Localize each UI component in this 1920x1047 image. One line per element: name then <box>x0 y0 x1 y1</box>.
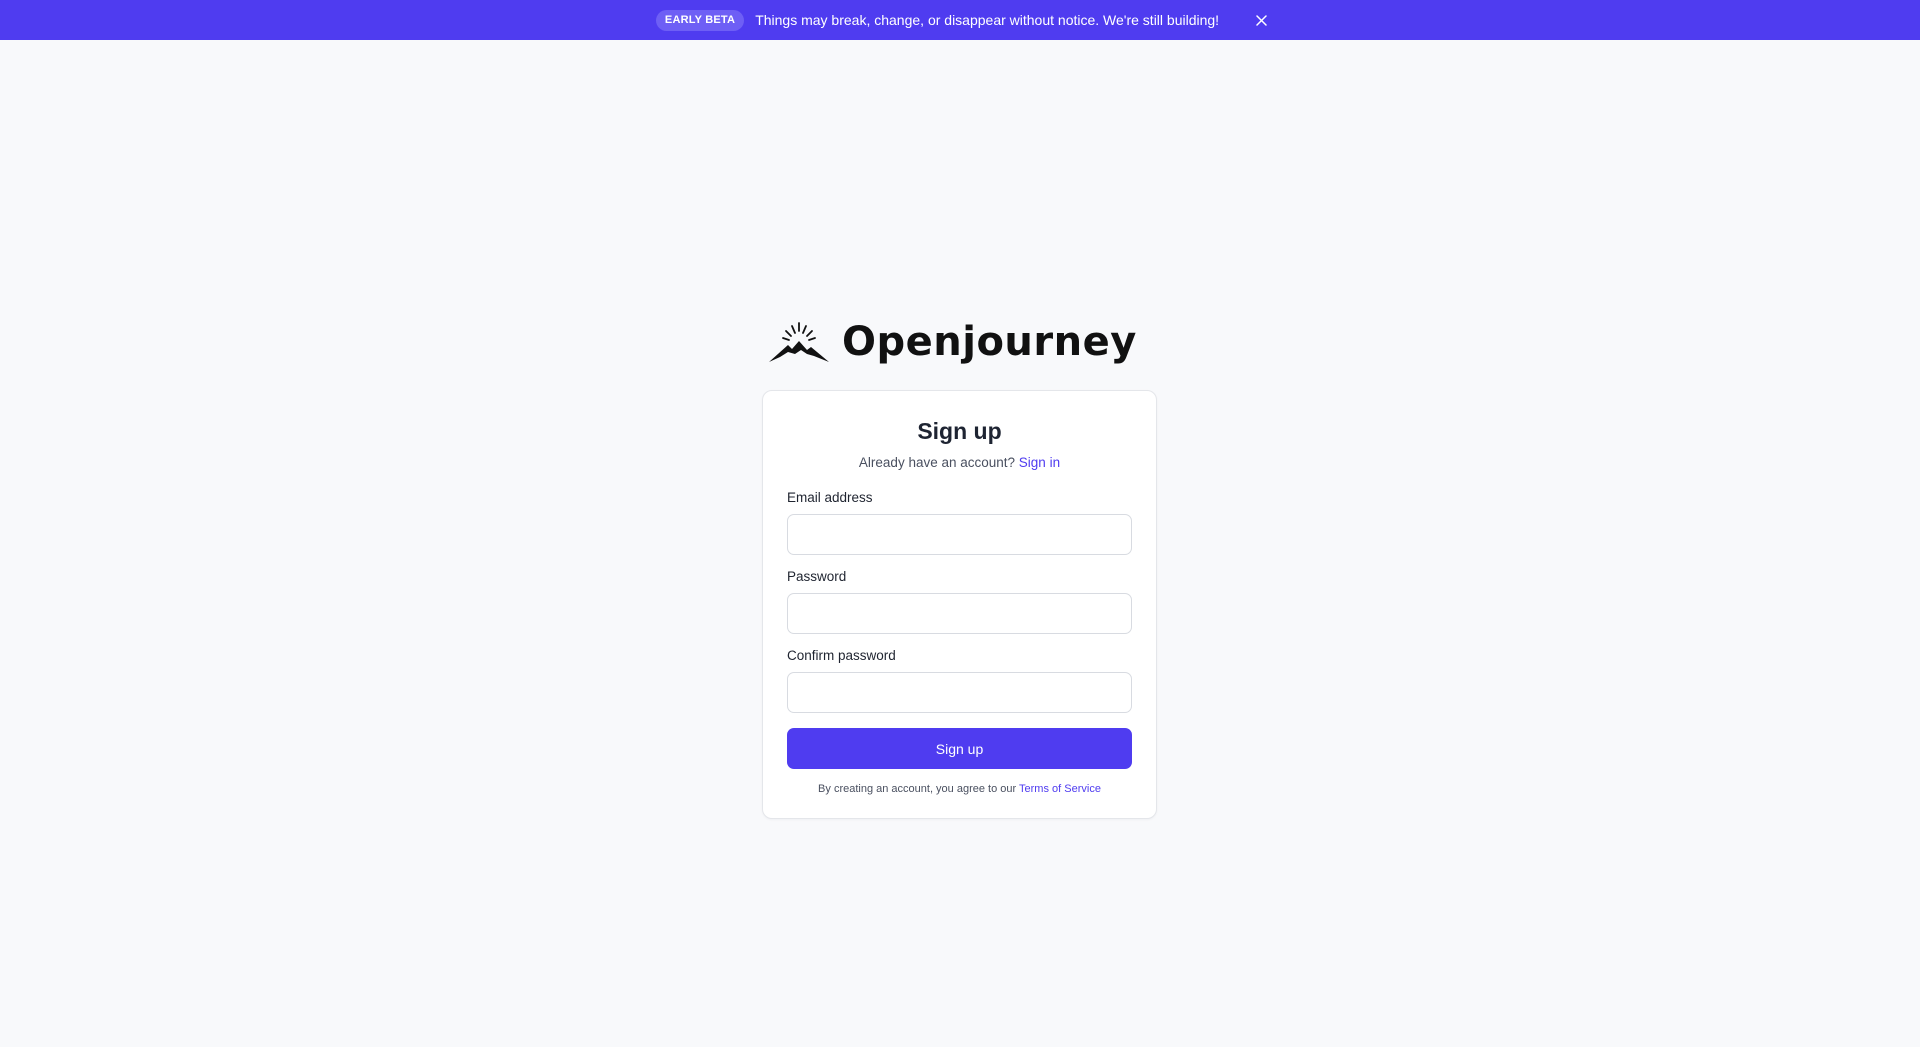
terms-of-service-link[interactable]: Terms of Service <box>1019 783 1101 795</box>
brand-name: Openjourney <box>842 319 1137 365</box>
confirm-password-label: Confirm password <box>787 648 896 663</box>
password-field[interactable] <box>787 593 1132 634</box>
beta-banner-content: EARLY BETA Things may break, change, or … <box>655 9 1270 31</box>
close-icon <box>1255 14 1267 26</box>
mountain-sunburst-icon <box>769 322 829 362</box>
email-label: Email address <box>787 490 873 505</box>
terms-prefix: By creating an account, you agree to our <box>818 783 1017 795</box>
terms-notice: By creating an account, you agree to our… <box>787 782 1132 796</box>
early-beta-badge: EARLY BETA <box>655 9 745 31</box>
email-field[interactable] <box>787 514 1132 555</box>
signin-link[interactable]: Sign in <box>1019 455 1060 470</box>
signup-card: Sign up Already have an account? Sign in… <box>762 390 1157 819</box>
signup-button[interactable]: Sign up <box>787 728 1132 769</box>
brand-logo: Openjourney <box>768 318 1154 366</box>
page-title: Sign up <box>917 418 1002 444</box>
signin-prompt-text: Already have an account? <box>858 455 1016 470</box>
password-label: Password <box>787 569 847 584</box>
beta-banner-message: Things may break, change, or disappear w… <box>755 12 1220 28</box>
signin-prompt-row: Already have an account? Sign in <box>787 454 1132 472</box>
beta-banner: EARLY BETA Things may break, change, or … <box>0 0 1920 40</box>
confirm-password-field[interactable] <box>787 672 1132 713</box>
close-banner-button[interactable] <box>1252 11 1270 29</box>
